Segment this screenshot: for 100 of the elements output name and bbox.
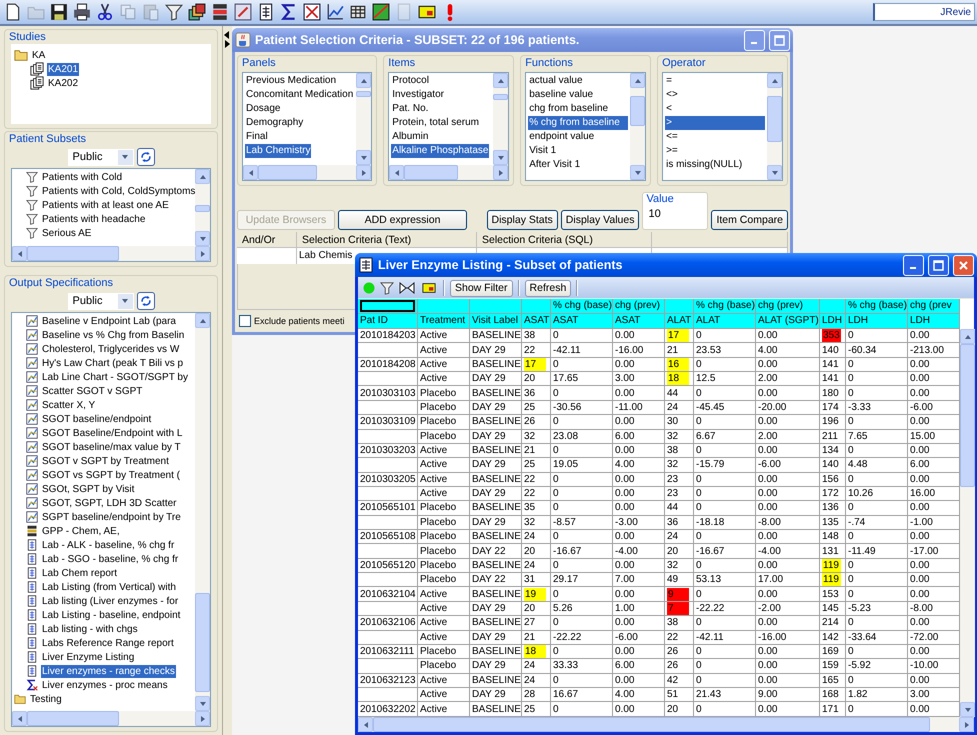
column-header[interactable]: LDH [820, 314, 846, 329]
vertical-scrollbar[interactable] [960, 329, 975, 717]
refresh-button[interactable] [136, 292, 154, 310]
tree-item[interactable]: Lab listing (Liver enzymes - for [14, 594, 193, 608]
maximize-button[interactable] [928, 254, 949, 276]
tree-item[interactable]: SGOT Baseline/Endpoint with L [14, 426, 193, 440]
tree-item[interactable]: Scatter X, Y [14, 398, 193, 412]
visibility-dropdown[interactable]: Public [68, 148, 134, 166]
tree-item[interactable]: Patients with headache [14, 212, 193, 226]
grid-icon[interactable] [303, 3, 321, 21]
line-chart-icon[interactable] [326, 3, 344, 21]
column-header[interactable]: LDH [908, 314, 960, 329]
save-icon[interactable] [50, 3, 68, 21]
value-field[interactable]: Value 10 [642, 192, 708, 230]
column-header[interactable]: ALAT [694, 314, 756, 329]
list-item[interactable]: > [665, 116, 765, 130]
tree-item[interactable]: Lab Listing - baseline, endpoint [14, 608, 193, 622]
tree-item[interactable]: Baseline v Endpoint Lab (para [14, 314, 193, 328]
note-icon[interactable] [420, 281, 438, 295]
vertical-scrollbar[interactable] [195, 169, 210, 246]
funnel-icon[interactable] [165, 3, 183, 21]
tree-item[interactable]: KA201 [30, 62, 208, 76]
list-item[interactable]: Lab Chemistry [245, 144, 312, 158]
tree-item[interactable]: SGOT baseline/max value by T [14, 440, 193, 454]
vertical-scrollbar[interactable] [767, 73, 782, 180]
list-item[interactable]: Pat. No. [391, 102, 492, 116]
close-icon[interactable] [958, 260, 969, 270]
status-dot-icon[interactable] [363, 282, 375, 294]
tree-item[interactable]: Lab Chem report [14, 566, 193, 580]
report-icon[interactable] [257, 3, 275, 21]
search-field[interactable]: JRevie [873, 3, 975, 21]
chart-icon[interactable] [372, 3, 390, 21]
table-icon[interactable] [349, 3, 367, 21]
list-item[interactable]: baseline value [528, 88, 628, 102]
list-item[interactable]: Concomitant Medication [245, 88, 354, 102]
tree-item[interactable]: Lab listing - with chgs [14, 622, 193, 636]
tree-item[interactable]: SGOT v SGPT by Treatment [14, 454, 193, 468]
tree-item[interactable]: Lab - SGO - baseline, % chg fr [14, 552, 193, 566]
panel-icon[interactable] [211, 3, 229, 21]
horizontal-scrollbar[interactable] [389, 165, 508, 180]
tree-item[interactable]: Baseline vs % Chg from Baselin [14, 328, 193, 342]
list-item[interactable]: Final [245, 130, 354, 144]
tree-item[interactable]: Scatter SGOT v SGPT [14, 384, 193, 398]
tree-item[interactable]: Hy's Law Chart (peak T Bili vs p [14, 356, 193, 370]
list-item[interactable]: actual value [528, 74, 628, 88]
horizontal-scrollbar[interactable] [12, 711, 210, 726]
refresh-icon[interactable] [140, 151, 152, 163]
splitter-handle[interactable] [222, 26, 232, 735]
scissors-icon[interactable] [96, 3, 114, 21]
funnel-icon[interactable] [380, 281, 394, 295]
printer-icon[interactable] [73, 3, 91, 21]
tree-item[interactable]: SGOT baseline/endpoint [14, 412, 193, 426]
tree-item[interactable]: GPP - Chem, AE, [14, 524, 193, 538]
note-icon[interactable] [418, 3, 436, 21]
action-button[interactable]: Display Stats [486, 210, 558, 230]
list-item[interactable]: is missing(NULL) [665, 158, 765, 172]
refresh-icon[interactable] [140, 295, 152, 307]
horizontal-scrollbar[interactable] [12, 246, 210, 261]
action-button[interactable]: ADD expression [338, 210, 467, 230]
list-item[interactable]: endpoint value [528, 130, 628, 144]
refresh-button[interactable] [136, 148, 154, 166]
tree-item[interactable]: Cholesterol, Triglycerides vs W [14, 342, 193, 356]
list-item[interactable]: Protocol [391, 74, 492, 88]
list-item[interactable]: = [665, 74, 765, 88]
list-item[interactable]: Dosage [245, 102, 354, 116]
tree-item[interactable]: Liver Enzyme Listing [14, 650, 193, 664]
list-item[interactable]: < [665, 102, 765, 116]
tree-item[interactable]: Lab Line Chart - SGOT/SGPT by [14, 370, 193, 384]
vertical-scrollbar[interactable] [195, 313, 210, 711]
tree-item[interactable]: Patients with at least one AE [14, 198, 193, 212]
column-header[interactable]: LDH [846, 314, 908, 329]
maximize-icon[interactable] [774, 34, 785, 46]
list-item[interactable]: Demography [245, 116, 354, 130]
column-header[interactable]: ALAT [665, 314, 694, 329]
list-item[interactable]: Visit 1 [528, 144, 628, 158]
tree-item[interactable]: SGPT baseline/endpoint by Tre [14, 510, 193, 524]
vertical-scrollbar[interactable] [356, 73, 372, 165]
tree-item[interactable]: Lab Listing (from Vertical) with [14, 580, 193, 594]
horizontal-scrollbar[interactable] [358, 717, 974, 732]
list-item[interactable]: After Visit 1 [528, 158, 628, 172]
list-item[interactable]: <> [665, 88, 765, 102]
list-item[interactable]: % chg from baseline [528, 116, 628, 130]
maximize-button[interactable] [769, 30, 790, 50]
tree-item[interactable]: Liver enzymes - proc means [14, 678, 193, 692]
stack-icon[interactable] [188, 3, 206, 21]
bowtie-icon[interactable] [399, 282, 415, 294]
minimize-button[interactable] [903, 254, 924, 276]
tree-item[interactable]: Labs Reference Range report [14, 636, 193, 650]
tree-item[interactable]: SGOT vs SGPT by Treatment ( [14, 468, 193, 482]
column-header[interactable]: Treatment [418, 314, 470, 329]
minimize-button[interactable] [744, 30, 765, 50]
toolbar-button[interactable]: Refresh [524, 280, 572, 296]
item-compare-button[interactable]: Item Compare [711, 210, 788, 230]
list-item[interactable]: Protein, total serum [391, 116, 492, 130]
vertical-scrollbar[interactable] [630, 73, 646, 180]
tree-item[interactable]: Serious AE [14, 226, 193, 240]
column-header[interactable]: ASAT [522, 314, 551, 329]
tree-item[interactable]: Patients with Cold [14, 170, 193, 184]
list-item[interactable]: Alkaline Phosphatase [391, 144, 490, 158]
list-item[interactable]: <= [665, 130, 765, 144]
